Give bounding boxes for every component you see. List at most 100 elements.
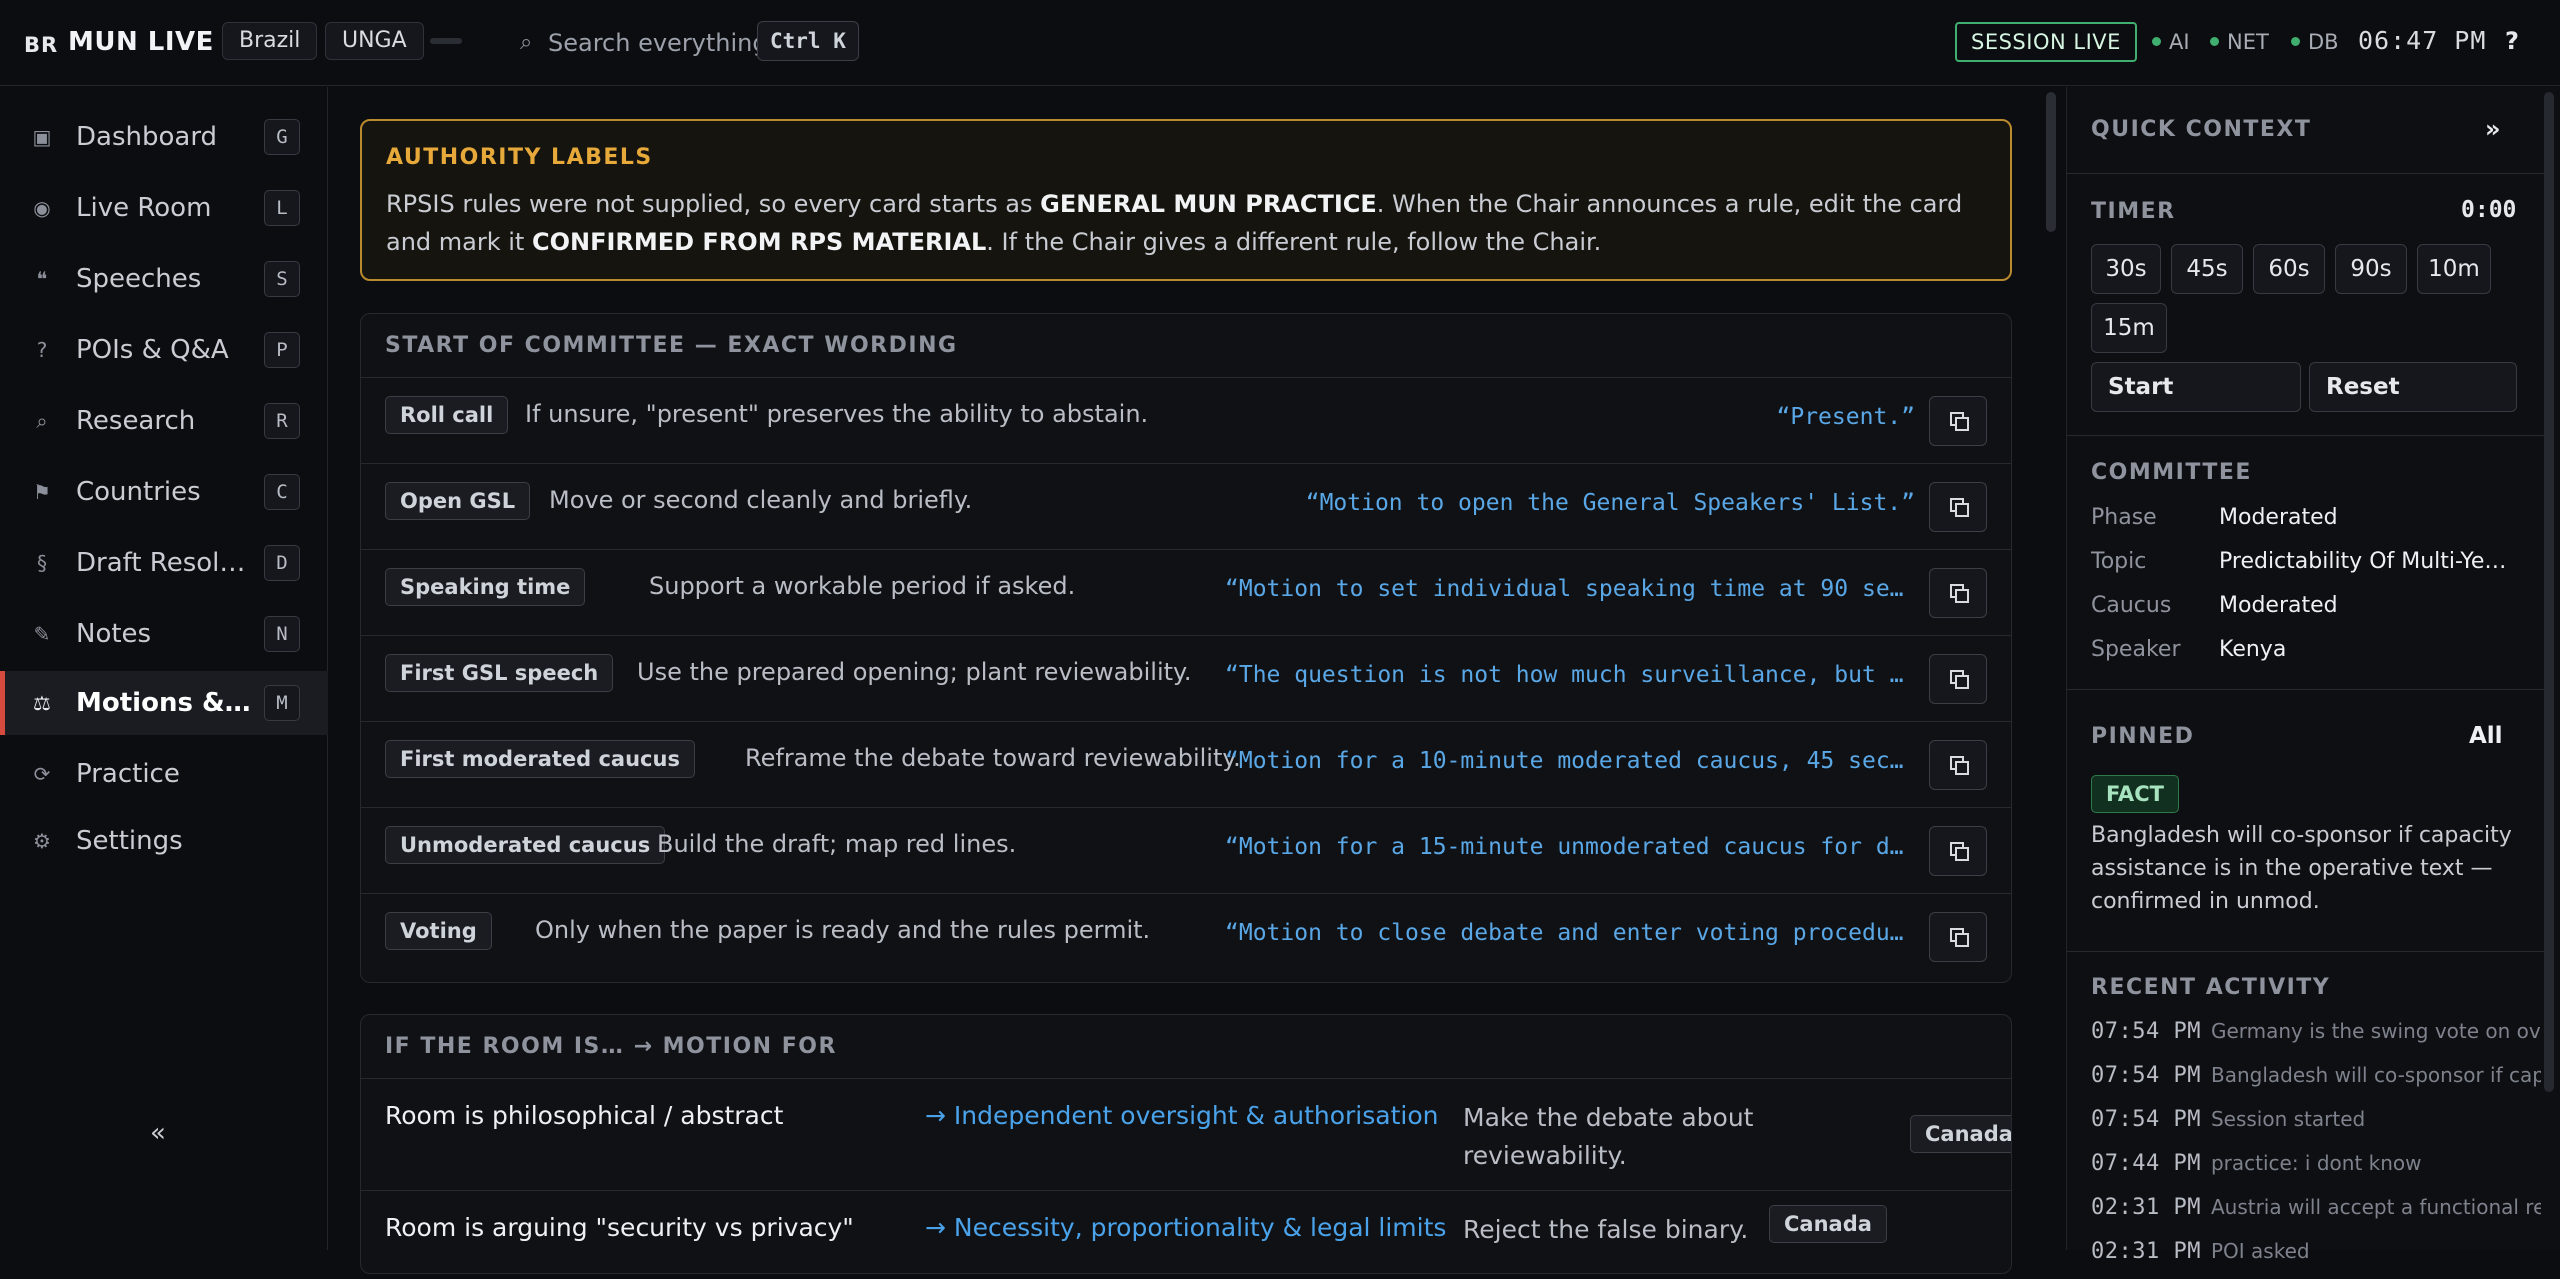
sidebar-item-label: Live Room xyxy=(76,193,212,223)
step-note: Reframe the debate toward reviewability. xyxy=(745,744,1241,772)
country-pill[interactable]: Brazil xyxy=(222,22,318,60)
sidebar-item-research[interactable]: ⌕ Research R xyxy=(0,389,328,453)
activity-text: Germany is the swing vote on oversight xyxy=(2210,1019,2541,1043)
search-shortcut: Ctrl K xyxy=(757,21,859,61)
status-dot-icon xyxy=(2152,37,2161,46)
sidebar-item-countries[interactable]: ⚑ Countries C xyxy=(0,460,328,524)
timer-reset-button[interactable]: Reset xyxy=(2309,362,2517,412)
recent-activity-title: RECENT ACTIVITY xyxy=(2091,975,2331,1000)
pinned-note[interactable]: Bangladesh will co-sponsor if capacity a… xyxy=(2091,819,2531,918)
phase-label: Phase xyxy=(2091,505,2157,530)
step-note: Support a workable period if asked. xyxy=(649,572,1076,600)
activity-time: 07:54 PM xyxy=(2091,1107,2201,1132)
timer-preset-45s[interactable]: 45s xyxy=(2171,244,2243,294)
exact-wording[interactable]: “Present.” xyxy=(1777,404,1915,430)
pinned-all-link[interactable]: All xyxy=(2469,723,2503,749)
room-condition: Room is arguing "security vs privacy" xyxy=(385,1213,854,1242)
refresh-icon: ⟳ xyxy=(33,762,51,786)
motion-link[interactable]: → Independent oversight & authorisation xyxy=(925,1101,1439,1130)
activity-time: 02:31 PM xyxy=(2091,1239,2201,1264)
copy-button[interactable] xyxy=(1929,568,1987,618)
activity-item[interactable]: 02:31 PM Austria will accept a functional… xyxy=(2091,1195,2541,1235)
exact-wording[interactable]: “Motion to close debate and enter voting… xyxy=(1225,920,1915,946)
copy-button[interactable] xyxy=(1929,396,1987,446)
activity-item[interactable]: 07:54 PM Bangladesh will co-sponsor if ca… xyxy=(2091,1063,2541,1103)
copy-button[interactable] xyxy=(1929,482,1987,532)
copy-button[interactable] xyxy=(1929,826,1987,876)
clock: 06:47 PM xyxy=(2358,26,2487,55)
activity-item[interactable]: 02:31 PM POI asked xyxy=(2091,1239,2541,1279)
empty-pill[interactable] xyxy=(430,38,462,44)
activity-item[interactable]: 07:44 PM practice: i dont know xyxy=(2091,1151,2541,1191)
shortcut-key: M xyxy=(264,685,300,721)
topic-value: Predictability Of Multi-Year Surveillanc… xyxy=(2219,549,2519,574)
timer-preset-30s[interactable]: 30s xyxy=(2091,244,2161,294)
quick-context-title: QUICK CONTEXT xyxy=(2091,117,2312,142)
motion-link[interactable]: → Necessity, proportionality & legal lim… xyxy=(925,1213,1446,1242)
activity-item[interactable]: 07:54 PM Germany is the swing vote on ove… xyxy=(2091,1019,2541,1059)
committee-pill[interactable]: UNGA xyxy=(325,22,424,60)
step-tag: Speaking time xyxy=(385,568,586,606)
collapse-sidebar-button[interactable]: « xyxy=(150,1118,166,1148)
caucus-value: Moderated xyxy=(2219,593,2338,618)
flag-icon: ⚑ xyxy=(33,480,51,504)
motion-note: Reject the false binary. xyxy=(1463,1215,1749,1244)
help-button[interactable]: ? xyxy=(2505,27,2519,55)
sidebar-item-practice[interactable]: ⟳ Practice xyxy=(0,742,328,806)
table-row: Unmoderated caucus Build the draft; map r… xyxy=(361,808,2011,894)
table-row: First GSL speech Use the prepared opening… xyxy=(361,636,2011,722)
copy-button[interactable] xyxy=(1929,654,1987,704)
sidebar-item-settings[interactable]: ⚙ Settings xyxy=(0,809,328,873)
sidebar-item-notes[interactable]: ✎ Notes N xyxy=(0,602,328,666)
question-icon: ? xyxy=(36,338,48,362)
step-note: Move or second cleanly and briefly. xyxy=(549,486,973,514)
sidebar-item-label: Practice xyxy=(76,759,180,789)
table-row: Speaking time Support a workable period i… xyxy=(361,550,2011,636)
sidebar-item-speeches[interactable]: ❝ Speeches S xyxy=(0,247,328,311)
room-panel-title: IF THE ROOM IS… → MOTION FOR xyxy=(361,1015,2011,1079)
collapse-panel-button[interactable]: » xyxy=(2485,115,2501,143)
country-chip[interactable]: Canada xyxy=(1769,1205,1887,1243)
session-live-badge[interactable]: SESSION LIVE xyxy=(1955,22,2137,62)
divider xyxy=(2067,689,2545,690)
room-condition: Room is philosophical / abstract xyxy=(385,1101,784,1130)
search-icon: ⌕ xyxy=(520,30,533,55)
status-net: NET xyxy=(2210,30,2269,54)
timer-preset-10m[interactable]: 10m xyxy=(2417,244,2491,294)
search-input[interactable]: Search everything xyxy=(548,29,768,57)
activity-item[interactable]: 07:54 PM Session started xyxy=(2091,1107,2541,1147)
table-row: Open GSL Move or second cleanly and brief… xyxy=(361,464,2011,550)
sidebar-item-live-room[interactable]: ◉ Live Room L xyxy=(0,176,328,240)
copy-button[interactable] xyxy=(1929,912,1987,962)
sidebar-item-dashboard[interactable]: ▣ Dashboard G xyxy=(0,105,328,169)
main-scrollbar[interactable] xyxy=(2046,92,2056,232)
exact-wording[interactable]: “Motion to set individual speaking time … xyxy=(1225,576,1915,602)
step-tag: Unmoderated caucus xyxy=(385,826,666,864)
timer-preset-90s[interactable]: 90s xyxy=(2335,244,2407,294)
country-chip[interactable]: Canada xyxy=(1910,1115,2011,1153)
exact-wording[interactable]: “Motion for a 10-minute moderated caucus… xyxy=(1225,748,1915,774)
timer-start-button[interactable]: Start xyxy=(2091,362,2301,412)
step-tag: Voting xyxy=(385,912,492,950)
exact-wording[interactable]: “The question is not how much surveillan… xyxy=(1225,662,1915,688)
phase-value: Moderated xyxy=(2219,505,2338,530)
step-tag: First moderated caucus xyxy=(385,740,695,778)
sidebar-item-draft-resolutions[interactable]: § Draft Resolutions D xyxy=(0,531,328,595)
table-row: Room is arguing "security vs privacy" → … xyxy=(361,1191,2011,1273)
sidebar-item-pois-q-a[interactable]: ? POIs & Q&A P xyxy=(0,318,328,382)
sidebar-item-label: POIs & Q&A xyxy=(76,335,229,365)
timer-preset-60s[interactable]: 60s xyxy=(2253,244,2325,294)
motion-note: Make the debate about reviewability. xyxy=(1463,1103,1754,1170)
exact-wording[interactable]: “Motion for a 15-minute unmoderated cauc… xyxy=(1225,834,1915,860)
copy-button[interactable] xyxy=(1929,740,1987,790)
timer-preset-15m[interactable]: 15m xyxy=(2091,303,2167,353)
right-panel-scrollbar[interactable] xyxy=(2544,92,2554,1092)
quote-icon: ❝ xyxy=(36,267,48,291)
sidebar-item-motions-rules[interactable]: ⚖ Motions & Rules M xyxy=(0,671,328,735)
dashboard-icon: ▣ xyxy=(32,125,52,149)
exact-wording[interactable]: “Motion to open the General Speakers' Li… xyxy=(1306,490,1915,516)
activity-time: 07:54 PM xyxy=(2091,1019,2201,1044)
activity-text: practice: i dont know xyxy=(2210,1151,2422,1175)
activity-text: Austria will accept a functional review … xyxy=(2210,1195,2541,1219)
authority-title: AUTHORITY LABELS xyxy=(386,145,653,170)
